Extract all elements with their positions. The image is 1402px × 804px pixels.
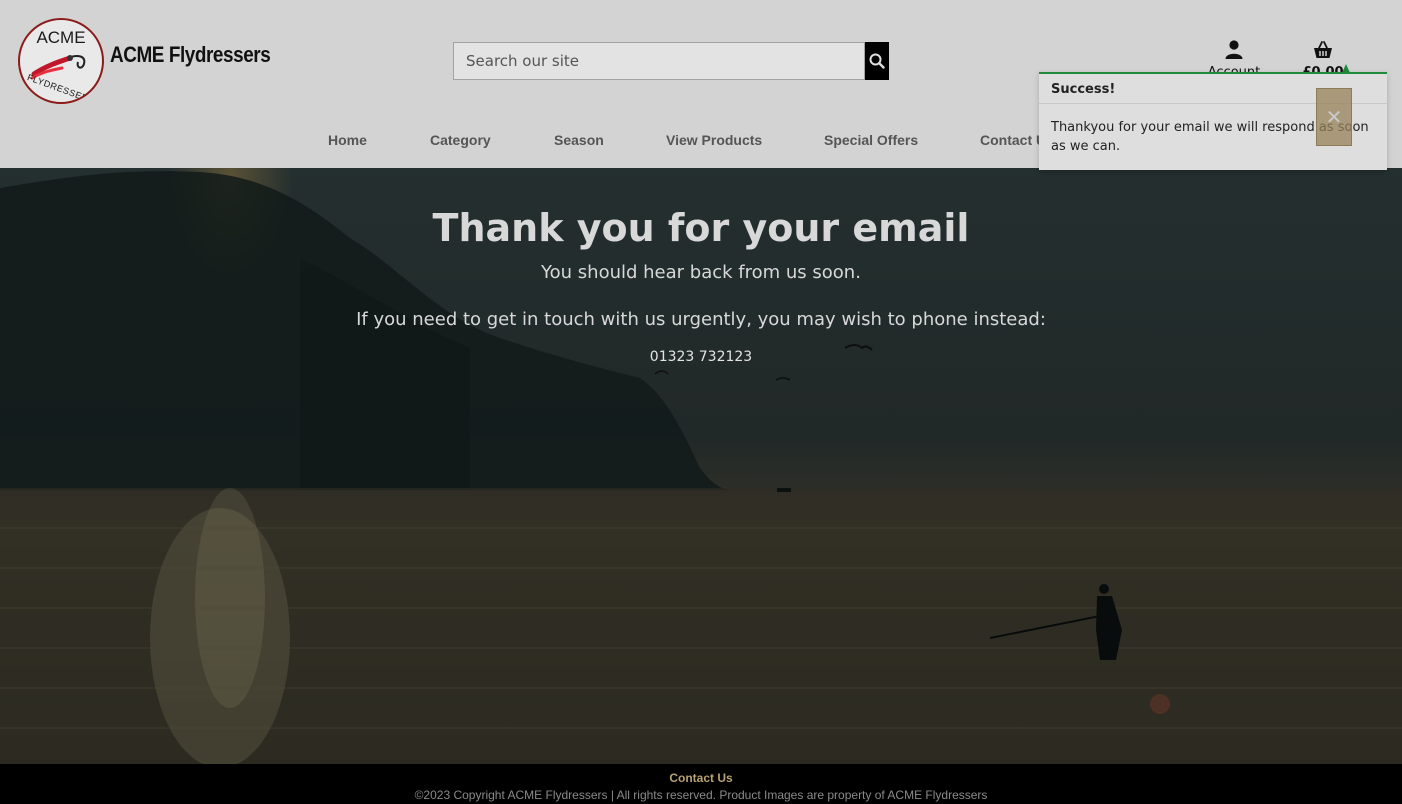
nav-item-special-offers[interactable]: Special Offers — [824, 132, 918, 148]
basket-icon — [1314, 41, 1332, 58]
nav-item-home[interactable]: Home — [328, 132, 367, 148]
nav-item-season[interactable]: Season — [554, 132, 604, 148]
nav-item-category[interactable]: Category — [430, 132, 491, 148]
success-toast: Success! Thankyou for your email we will… — [1039, 72, 1387, 170]
phone-number[interactable]: 01323 732123 — [0, 349, 1402, 365]
footer-copyright: ©2023 Copyright ACME Flydressers | All r… — [414, 788, 988, 802]
search-button[interactable] — [865, 42, 889, 80]
hero-section: Thank you for your email You should hear… — [0, 168, 1402, 764]
hero-overlay — [0, 168, 1402, 764]
nav-item-view-products[interactable]: View Products — [666, 132, 762, 148]
site-footer: Contact Us ©2023 Copyright ACME Flydress… — [0, 764, 1402, 804]
logo-badge-top-text: ACME — [36, 28, 86, 47]
toast-title: Success! — [1051, 82, 1116, 97]
search-icon — [869, 53, 885, 69]
brand-logo[interactable]: ACME FLYDRESSERS — [18, 18, 104, 104]
footer-contact-link[interactable]: Contact Us — [0, 771, 1402, 785]
hero-title: Thank you for your email — [432, 206, 970, 250]
user-icon — [1225, 40, 1243, 59]
toast-close-button[interactable]: ✕ — [1316, 88, 1352, 146]
brand-name[interactable]: ACME Flydressers — [110, 42, 271, 68]
search-bar — [453, 42, 889, 80]
search-input[interactable] — [453, 42, 865, 80]
hero-subtitle: You should hear back from us soon. — [541, 262, 861, 283]
close-icon: ✕ — [1325, 105, 1343, 129]
hero-urgent-text: If you need to get in touch with us urge… — [356, 309, 1046, 330]
